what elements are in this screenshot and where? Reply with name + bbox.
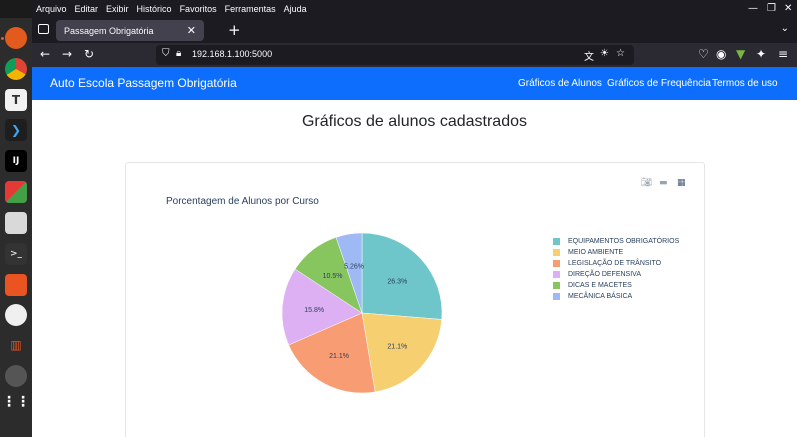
url-text: 192.168.1.100:5000 [192, 49, 273, 59]
legend-item-2[interactable]: LEGISLAÇÃO DE TRÂNSITO [553, 260, 661, 267]
tab-title: Passagem Obrigatória [64, 25, 154, 36]
site-brand[interactable]: Auto Escola Passagem Obrigatória [50, 76, 237, 90]
legend-item-0[interactable]: EQUIPAMENTOS OBRIGATÓRIOS [553, 238, 679, 245]
chart-card: 📷︎ ▬ ▦ Porcentagem de Alunos por Curso 2… [125, 162, 705, 437]
bookmark-star-icon[interactable]: ☆ [616, 48, 625, 59]
settings-icon[interactable] [5, 304, 27, 326]
intellij-icon[interactable]: IJ [5, 150, 27, 172]
legend-label: DIREÇÃO DEFENSIVA [568, 271, 641, 278]
menu-favoritos[interactable]: Favoritos [180, 4, 217, 14]
terminal-icon[interactable]: >_ [5, 243, 27, 265]
dock-top-strip [0, 0, 32, 18]
close-window-icon[interactable]: ✕ [784, 3, 792, 14]
web-page: Auto Escola Passagem Obrigatória Gráfico… [32, 67, 797, 437]
pie-slice-0[interactable] [361, 232, 443, 320]
legend-item-3[interactable]: DIREÇÃO DEFENSIVA [553, 271, 641, 278]
legend-swatch [553, 293, 560, 300]
pie-slice-1[interactable] [361, 312, 443, 393]
forward-icon[interactable]: → [62, 47, 72, 61]
software-center-icon[interactable] [5, 274, 27, 296]
nav-graficos-alunos[interactable]: Gráficos de Alunos [518, 78, 602, 89]
restore-icon[interactable]: ❐ [767, 3, 776, 14]
page-title: Gráficos de alunos cadastrados [301, 113, 527, 130]
files-icon[interactable] [5, 212, 27, 234]
reader-icon[interactable]: ☀ [600, 48, 609, 59]
legend-swatch [553, 282, 560, 289]
legend-label: EQUIPAMENTOS OBRIGATÓRIOS [568, 238, 680, 245]
legend-swatch [553, 238, 560, 245]
tab-bar: Passagem Obrigatória ✕ + ⌄ [32, 18, 797, 43]
account-icon[interactable]: ◉ [716, 47, 726, 61]
legend-label: DICAS E MACETES [568, 282, 632, 289]
extension-icon[interactable]: ▼ [736, 47, 745, 61]
menu-editar[interactable]: Editar [75, 4, 99, 14]
site-navbar: Auto Escola Passagem Obrigatória Gráfico… [32, 67, 797, 100]
back-icon[interactable]: ← [40, 47, 50, 61]
menu-ferramentas[interactable]: Ferramentas [225, 4, 276, 14]
legend-label: MEIO AMBIENTE [568, 249, 624, 256]
app-grid-colorful-icon[interactable] [5, 181, 27, 203]
pie-slice-label-5: 5.26% [344, 264, 364, 271]
nav-graficos-frequencia[interactable]: Gráficos de Frequência [607, 78, 711, 89]
running-indicator [1, 37, 4, 40]
firefox-icon[interactable] [5, 27, 27, 49]
system-monitor-icon[interactable]: ▥ [5, 334, 27, 356]
pocket-icon[interactable]: ♡ [698, 47, 709, 61]
tab-close-icon[interactable]: ✕ [187, 24, 196, 37]
lock-icon[interactable]: 🔒︎ [176, 48, 181, 59]
show-apps-icon[interactable]: ⋮⋮ [2, 391, 30, 413]
legend-label: LEGISLAÇÃO DE TRÂNSITO [568, 260, 662, 267]
menu-ajuda[interactable]: Ajuda [284, 4, 307, 14]
legend-item-4[interactable]: DICAS E MACETES [553, 282, 632, 289]
tab-list-icon[interactable] [38, 24, 49, 34]
legend-label: MECÂNICA BÁSICA [568, 293, 633, 300]
minimize-icon[interactable]: — [748, 3, 758, 14]
menu-exibir[interactable]: Exibir [106, 4, 129, 14]
legend-swatch [553, 260, 560, 267]
menu-bar: Arquivo Editar Exibir Histórico Favorito… [32, 0, 797, 18]
pie-slice-label-2: 21.1% [329, 353, 349, 360]
disk-icon[interactable] [5, 365, 27, 387]
new-tab-icon[interactable]: + [228, 21, 241, 39]
nav-toolbar: ← → ↻ ⛉ 🔒︎ 192.168.1.100:5000 文 ☀ ☆ ♡ ◉ … [32, 43, 797, 67]
text-editor-icon[interactable]: T [5, 89, 27, 111]
menu-historico[interactable]: Histórico [137, 4, 172, 14]
pie-slice-label-0: 26.3% [387, 278, 407, 285]
os-dock: T ❯ IJ >_ ▥ ⋮⋮ [0, 0, 32, 437]
url-bar[interactable]: ⛉ 🔒︎ 192.168.1.100:5000 文 ☀ ☆ [156, 45, 634, 65]
legend-item-1[interactable]: MEIO AMBIENTE [553, 249, 623, 256]
nav-termos-uso[interactable]: Termos de uso [712, 78, 778, 89]
hamburger-menu-icon[interactable]: ≡ [778, 47, 788, 61]
screen: T ❯ IJ >_ ▥ ⋮⋮ Arquivo Editar Exibir His… [0, 0, 797, 437]
legend-swatch [553, 249, 560, 256]
vscode-icon[interactable]: ❯ [5, 119, 27, 141]
pie-chart: 26.3% 21.1% 21.1% 15.8% 10.5%5.26% [281, 232, 443, 394]
pie-slice-label-1: 21.1% [387, 343, 407, 350]
menu-arquivo[interactable]: Arquivo [36, 4, 67, 14]
legend-swatch [553, 271, 560, 278]
list-all-tabs-icon[interactable]: ⌄ [781, 23, 789, 34]
translate-icon[interactable]: 文 [584, 48, 594, 63]
tab-passagem[interactable]: Passagem Obrigatória ✕ [56, 20, 204, 41]
pie-slice-label-4: 10.5% [323, 273, 343, 280]
pie-slice-label-3: 15.8% [304, 307, 324, 314]
shield-icon[interactable]: ⛉ [162, 48, 170, 59]
extensions-icon[interactable]: ✦ [756, 47, 766, 61]
legend-item-5[interactable]: MECÂNICA BÁSICA [553, 293, 632, 300]
reload-icon[interactable]: ↻ [84, 47, 94, 61]
chrome-icon[interactable] [5, 58, 27, 80]
